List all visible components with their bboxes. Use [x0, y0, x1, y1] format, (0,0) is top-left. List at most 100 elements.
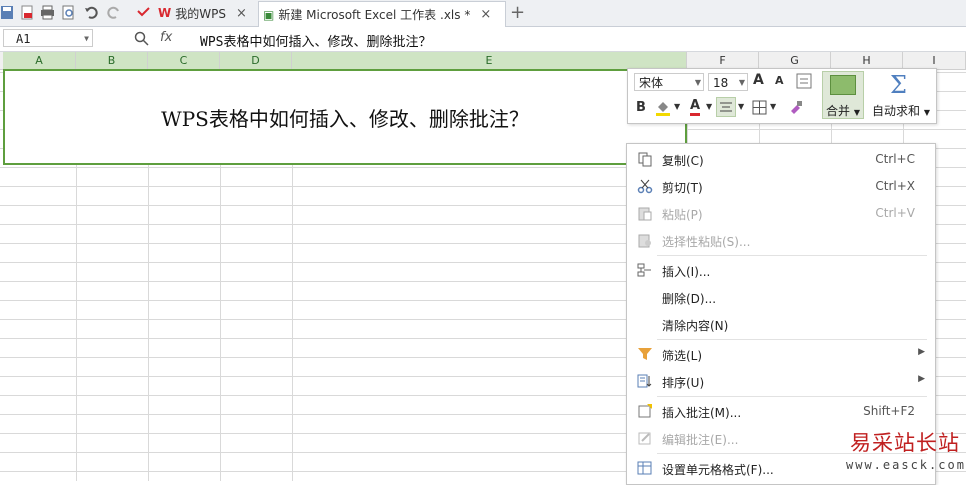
tab-label: 新建 Microsoft Excel 工作表 .xls * [278, 8, 471, 22]
autosum-label: 自动求和 [872, 104, 921, 118]
column-header-d[interactable]: D [220, 52, 292, 69]
scissors-icon [637, 179, 653, 194]
new-tab-button[interactable]: + [510, 2, 525, 23]
print-preview-icon[interactable] [61, 5, 76, 20]
font-name-value: 宋体 [639, 76, 664, 90]
chevron-down-icon[interactable]: ▼ [84, 30, 89, 48]
menu-label: 编辑批注(E)... [662, 433, 739, 447]
insert-icon [637, 263, 651, 277]
merge-label-text: 合并 [826, 104, 851, 118]
title-bar: W 我的WPS × ▣ 新建 Microsoft Excel 工作表 .xls … [0, 0, 966, 27]
chevron-down-icon[interactable]: ▼ [674, 102, 680, 111]
font-size-select[interactable]: 18 ▼ [708, 73, 748, 91]
menu-item-paste[interactable]: 粘贴(P) Ctrl+V [627, 200, 933, 226]
name-box-value: A1 [16, 32, 31, 46]
sheet-file-icon: ▣ [263, 7, 275, 22]
customize-toolbar-icon[interactable] [136, 5, 151, 20]
close-tab-icon[interactable]: × [236, 6, 247, 21]
menu-shortcut: Ctrl+V [875, 206, 915, 220]
menu-shortcut: Shift+F2 [863, 404, 915, 418]
column-header-h[interactable]: H [831, 52, 903, 69]
merge-label: 合并 ▼ [823, 102, 863, 119]
fill-color-icon[interactable] [654, 99, 672, 117]
paste-special-icon [638, 234, 651, 248]
chevron-down-icon[interactable]: ▼ [695, 74, 701, 92]
tab-my-wps[interactable]: W 我的WPS × [158, 1, 247, 25]
menu-item-insert-comment[interactable]: 插入批注(M)... Shift+F2 [627, 398, 933, 424]
merged-cell-a1[interactable]: WPS表格中如何插入、修改、删除批注？ [3, 69, 687, 165]
function-icon[interactable]: fx [160, 30, 172, 45]
menu-item-copy[interactable]: 复制(C) Ctrl+C [627, 146, 933, 172]
formula-input[interactable]: WPS表格中如何插入、修改、删除批注？ [200, 31, 431, 50]
wps-logo-icon: W [158, 6, 172, 20]
copy-icon [638, 152, 652, 167]
export-pdf-icon[interactable] [20, 5, 35, 20]
edit-comment-icon [638, 432, 651, 445]
bold-button[interactable]: B [636, 100, 646, 115]
chevron-down-icon[interactable]: ▼ [738, 102, 744, 111]
menu-label: 插入批注(M)... [662, 406, 742, 420]
merge-cells-button[interactable]: 合并 ▼ [822, 71, 864, 119]
autosum-button[interactable]: 自动求和 ▼ [872, 102, 930, 119]
zoom-icon[interactable] [134, 31, 149, 46]
tab-workbook[interactable]: ▣ 新建 Microsoft Excel 工作表 .xls * × [258, 1, 506, 27]
decrease-font-size-button[interactable]: A [775, 74, 784, 87]
submenu-arrow-icon: ▶ [918, 347, 925, 357]
chevron-down-icon[interactable]: ▼ [739, 74, 745, 92]
print-icon[interactable] [40, 5, 55, 20]
menu-item-insert[interactable]: 插入(I)... [627, 257, 933, 283]
watermark-logo: 易采站长站 [850, 431, 960, 455]
watermark-url: www.easck.com [846, 458, 966, 472]
column-header-i[interactable]: I [903, 52, 966, 69]
chevron-down-icon[interactable]: ▼ [854, 108, 860, 117]
redo-icon[interactable] [106, 5, 121, 20]
menu-label: 粘贴(P) [662, 208, 703, 222]
column-header-f[interactable]: F [687, 52, 759, 69]
menu-item-clear-contents[interactable]: 清除内容(N) [627, 311, 933, 337]
menu-shortcut: Ctrl+X [875, 179, 915, 193]
column-header-b[interactable]: B [76, 52, 148, 69]
chevron-down-icon[interactable]: ▼ [706, 102, 712, 111]
close-tab-icon[interactable]: × [480, 7, 491, 22]
comment-icon [638, 404, 652, 418]
menu-label: 设置单元格格式(F)... [662, 463, 774, 477]
menu-item-cut[interactable]: 剪切(T) Ctrl+X [627, 173, 933, 199]
border-icon[interactable] [752, 100, 767, 115]
align-center-icon [720, 102, 732, 112]
font-color-button[interactable]: A [690, 99, 701, 116]
column-header-e[interactable]: E [292, 52, 687, 69]
merge-cells-icon [830, 75, 856, 95]
column-header-c[interactable]: C [148, 52, 220, 69]
menu-label: 剪切(T) [662, 181, 703, 195]
undo-icon[interactable] [84, 5, 99, 20]
chevron-down-icon[interactable]: ▼ [924, 108, 930, 117]
menu-item-paste-special[interactable]: 选择性粘贴(S)... [627, 227, 933, 253]
menu-separator [657, 255, 927, 256]
column-header-g[interactable]: G [759, 52, 831, 69]
formula-bar: A1 ▼ fx WPS表格中如何插入、修改、删除批注？ [0, 27, 966, 52]
autosum-icon[interactable]: Σ [890, 71, 907, 99]
increase-font-size-button[interactable]: A [753, 72, 764, 88]
tab-label: 我的WPS [175, 6, 226, 21]
submenu-arrow-icon: ▶ [918, 374, 925, 384]
font-name-select[interactable]: 宋体 ▼ [634, 73, 704, 91]
chevron-down-icon[interactable]: ▼ [770, 102, 776, 111]
clear-format-icon[interactable] [796, 73, 812, 89]
menu-item-delete[interactable]: 删除(D)... [627, 284, 933, 310]
menu-label: 筛选(L) [662, 349, 703, 363]
name-box[interactable]: A1 ▼ [3, 29, 93, 47]
column-header-a[interactable]: A [3, 52, 76, 69]
cell-text: WPS表格中如何插入、修改、删除批注？ [161, 106, 529, 131]
menu-item-filter[interactable]: 筛选(L) ▶ [627, 341, 933, 367]
align-center-button[interactable] [716, 97, 736, 117]
format-painter-icon[interactable] [788, 99, 804, 115]
filter-icon [638, 348, 652, 360]
menu-separator [657, 396, 927, 397]
font-size-value: 18 [713, 76, 729, 90]
menu-item-sort[interactable]: 排序(U) ▶ [627, 368, 933, 394]
menu-label: 删除(D)... [662, 292, 717, 306]
menu-label: 选择性粘贴(S)... [662, 235, 751, 249]
menu-separator [657, 339, 927, 340]
sort-icon [637, 374, 652, 388]
save-icon[interactable] [0, 5, 15, 20]
